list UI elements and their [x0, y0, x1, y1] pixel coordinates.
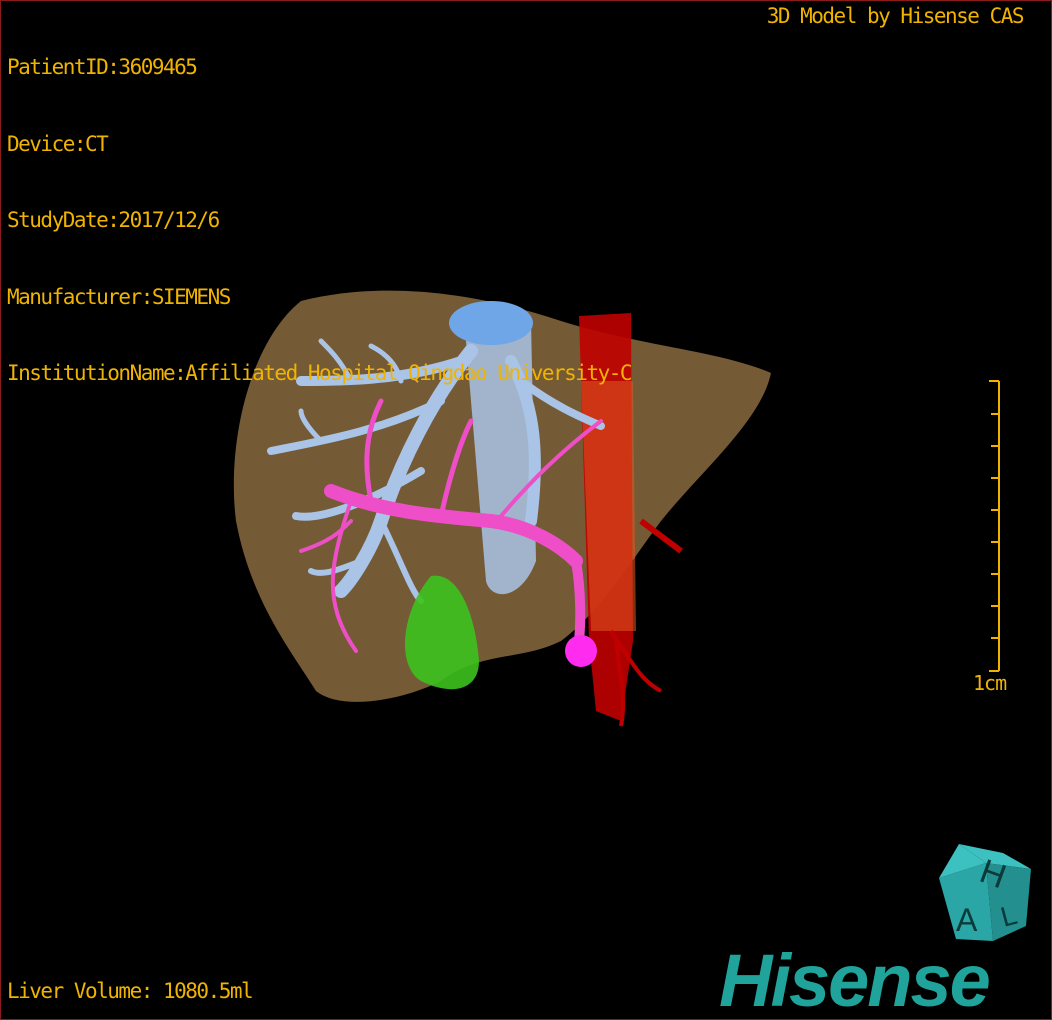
patient-id: PatientID:3609465 [7, 55, 198, 79]
manufacturer: Manufacturer:SIEMENS [7, 284, 231, 309]
svg-text:A: A [956, 902, 978, 938]
scale-bar-label: 1cm [973, 671, 1007, 695]
scale-bar [989, 380, 1000, 672]
orientation-cube[interactable]: H A L [939, 844, 1031, 941]
patient-info: PatientID:3609465 Device:CT StudyDate:20… [7, 4, 633, 438]
3d-viewport[interactable]: H A L Hisense PatientID:3609465 Device:C… [0, 0, 1052, 1020]
tumor [565, 635, 597, 667]
brand-title: 3D Model by Hisense CAS [766, 4, 1025, 28]
liver-volume: Liver Volume: 1080.5ml [7, 979, 254, 1003]
institution-name: InstitutionName:Affiliated Hospital Qing… [7, 361, 633, 385]
study-date: StudyDate:2017/12/6 [7, 208, 220, 232]
hisense-logo: Hisense [719, 939, 990, 1019]
device: Device:CT [7, 131, 109, 156]
